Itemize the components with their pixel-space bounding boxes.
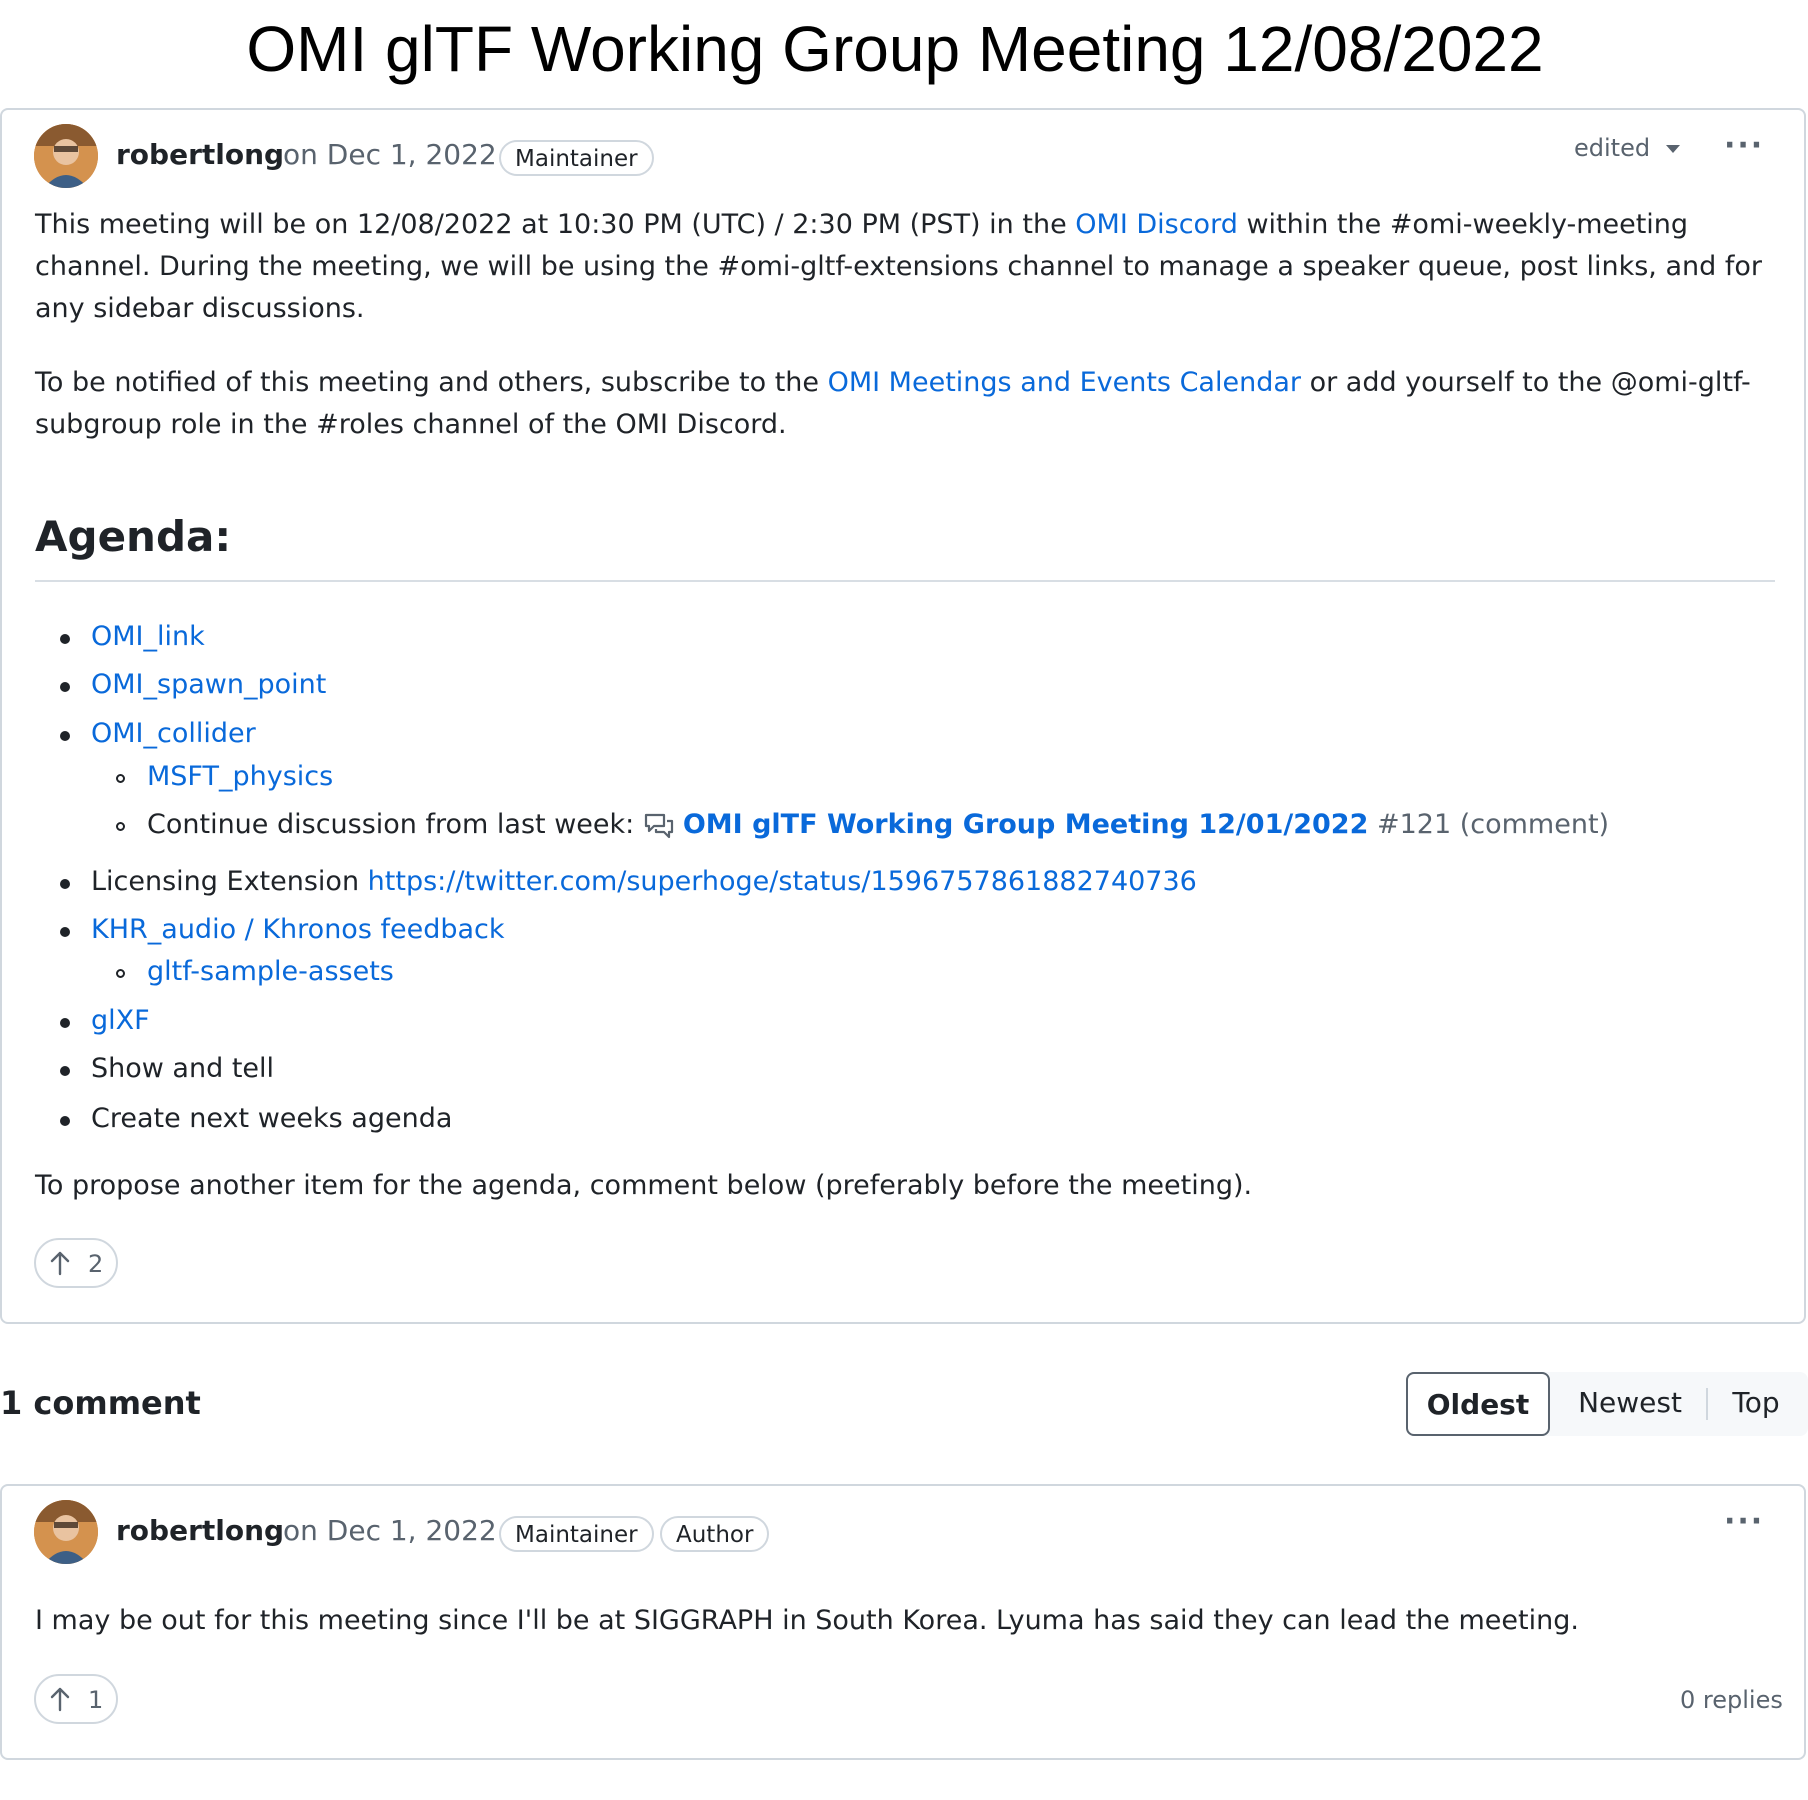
divider bbox=[35, 580, 1775, 582]
comment-author-name[interactable]: robertlong bbox=[116, 1514, 284, 1547]
sort-oldest-button[interactable]: Oldest bbox=[1406, 1372, 1550, 1436]
agenda-heading: Agenda: bbox=[35, 512, 232, 561]
comment-link[interactable]: (comment) bbox=[1460, 809, 1609, 840]
upvote-count: 1 bbox=[88, 1686, 104, 1714]
agenda-item-msft-physics[interactable]: MSFT_physics bbox=[147, 757, 333, 797]
closing-text: To propose another item for the agenda, … bbox=[35, 1170, 1253, 1201]
comments-count-heading: 1 comment bbox=[0, 1384, 201, 1422]
continue-label: Continue discussion from last week: bbox=[147, 809, 643, 840]
maintainer-badge: Maintainer bbox=[499, 140, 654, 176]
page-title: OMI glTF Working Group Meeting 12/08/202… bbox=[246, 13, 1544, 85]
edited-label: edited bbox=[1574, 134, 1651, 162]
bullet bbox=[60, 927, 70, 937]
agenda-item-next-agenda: Create next weeks agenda bbox=[91, 1103, 453, 1134]
comment-date[interactable]: on Dec 1, 2022 bbox=[283, 1514, 497, 1547]
bullet bbox=[60, 634, 70, 644]
author-badge: Author bbox=[660, 1516, 770, 1552]
agenda-item-licensing-row: Licensing Extension https://twitter.com/… bbox=[91, 862, 1197, 902]
discussion-post: robertlong on Dec 1, 2022 Maintainer edi… bbox=[0, 108, 1806, 1324]
agenda-item-glxf[interactable]: glXF bbox=[91, 1001, 150, 1041]
bullet bbox=[60, 682, 70, 692]
upvote-count: 2 bbox=[88, 1250, 104, 1278]
agenda-item-omi-spawn-point[interactable]: OMI_spawn_point bbox=[91, 665, 326, 705]
omi-discord-link[interactable]: OMI Discord bbox=[1075, 209, 1238, 240]
maintainer-badge: Maintainer bbox=[499, 1516, 654, 1552]
calendar-link[interactable]: OMI Meetings and Events Calendar bbox=[828, 367, 1301, 398]
avatar[interactable] bbox=[34, 1500, 98, 1564]
avatar-image bbox=[34, 124, 98, 188]
upvote-button[interactable]: 2 bbox=[34, 1238, 118, 1288]
more-options-icon[interactable]: ··· bbox=[1724, 128, 1764, 163]
discussion-icon bbox=[644, 813, 673, 838]
bullet bbox=[60, 879, 70, 889]
post-date[interactable]: on Dec 1, 2022 bbox=[283, 138, 497, 171]
replies-count[interactable]: 0 replies bbox=[1680, 1686, 1783, 1714]
agenda-item-show-and-tell: Show and tell bbox=[91, 1053, 275, 1084]
bullet bbox=[60, 1066, 70, 1076]
bullet bbox=[60, 1018, 70, 1028]
avatar[interactable] bbox=[34, 124, 98, 188]
sort-tabs: Oldest Newest Top bbox=[1406, 1372, 1808, 1436]
comment: robertlong on Dec 1, 2022 Maintainer Aut… bbox=[0, 1484, 1806, 1760]
sub-bullet bbox=[116, 774, 125, 783]
agenda-item-continue: Continue discussion from last week: OMI … bbox=[147, 805, 1609, 845]
arrow-up-icon bbox=[50, 1687, 70, 1712]
sub-bullet bbox=[116, 969, 125, 978]
post-paragraph-1: This meeting will be on 12/08/2022 at 10… bbox=[35, 204, 1775, 330]
chevron-down-icon bbox=[1666, 145, 1681, 153]
sort-top-button[interactable]: Top bbox=[1708, 1372, 1804, 1436]
agenda-item-omi-link[interactable]: OMI_link bbox=[91, 617, 205, 657]
licensing-tweet-link[interactable]: https://twitter.com/superhoge/status/159… bbox=[368, 866, 1197, 897]
post-paragraph-1-text: This meeting will be on 12/08/2022 at 10… bbox=[35, 209, 1076, 240]
previous-meeting-link[interactable]: OMI glTF Working Group Meeting 12/01/202… bbox=[683, 809, 1369, 840]
author-name[interactable]: robertlong bbox=[116, 138, 284, 171]
sub-bullet bbox=[116, 822, 125, 831]
comment-body: I may be out for this meeting since I'll… bbox=[35, 1605, 1579, 1636]
agenda-item-khr-audio[interactable]: KHR_audio / Khronos feedback bbox=[91, 910, 505, 950]
bullet bbox=[60, 731, 70, 741]
upvote-button[interactable]: 1 bbox=[34, 1674, 118, 1724]
licensing-label: Licensing Extension bbox=[91, 866, 368, 897]
sort-newest-button[interactable]: Newest bbox=[1550, 1372, 1710, 1436]
arrow-up-icon bbox=[50, 1251, 70, 1276]
post-paragraph-2: To be notified of this meeting and other… bbox=[35, 362, 1775, 446]
edited-dropdown[interactable]: edited bbox=[1574, 134, 1681, 162]
more-options-icon[interactable]: ··· bbox=[1724, 1504, 1764, 1539]
bullet bbox=[60, 1116, 70, 1126]
agenda-item-gltf-sample-assets[interactable]: gltf-sample-assets bbox=[147, 952, 394, 992]
discussion-number: #121 bbox=[1376, 809, 1452, 840]
avatar-image bbox=[34, 1500, 98, 1564]
post-paragraph-2-text: To be notified of this meeting and other… bbox=[35, 367, 828, 398]
agenda-item-omi-collider[interactable]: OMI_collider bbox=[91, 714, 256, 754]
